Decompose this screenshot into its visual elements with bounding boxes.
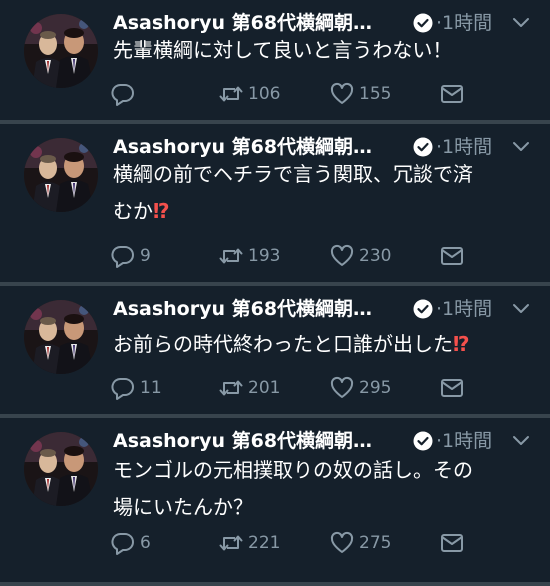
direct-message-button[interactable] — [439, 375, 465, 401]
like-button[interactable]: 275 — [329, 530, 391, 556]
direct-message-icon — [439, 375, 465, 401]
avatar[interactable] — [24, 432, 98, 506]
verified-badge-icon — [413, 137, 433, 157]
exclamation-question-mark: ⁉ — [453, 332, 470, 356]
reply-button[interactable]: 9 — [110, 243, 151, 269]
like-button[interactable]: 295 — [329, 375, 391, 401]
retweet-icon — [218, 375, 244, 401]
like-button[interactable]: 230 — [329, 243, 391, 269]
retweet-count: 106 — [248, 84, 281, 104]
tweet-text: モンゴルの元相撲取りの奴の話し。その 場にいたんか？ — [113, 458, 473, 519]
divider — [0, 582, 550, 586]
timestamp[interactable]: ·1時間 — [436, 427, 492, 455]
like-icon — [329, 530, 355, 556]
reply-button[interactable]: 11 — [110, 375, 162, 401]
avatar[interactable] — [24, 14, 98, 88]
like-icon — [329, 81, 355, 107]
author-name[interactable]: Asashoryu 第68代横綱朝… — [113, 295, 372, 323]
reply-icon — [110, 243, 136, 269]
retweet-count: 201 — [248, 378, 281, 398]
reply-count: 9 — [140, 246, 151, 266]
like-count: 155 — [359, 84, 392, 104]
reply-count: 11 — [140, 378, 162, 398]
verified-badge-icon — [413, 13, 433, 33]
reply-button[interactable]: 6 — [110, 530, 151, 556]
retweet-icon — [218, 530, 244, 556]
reply-button[interactable] — [110, 81, 140, 107]
chevron-down-icon[interactable] — [512, 16, 530, 30]
reply-icon — [110, 375, 136, 401]
retweet-count: 221 — [248, 533, 281, 553]
direct-message-icon — [439, 81, 465, 107]
like-icon — [329, 243, 355, 269]
chevron-down-icon[interactable] — [512, 140, 530, 154]
retweet-count: 193 — [248, 246, 281, 266]
retweet-icon — [218, 243, 244, 269]
tweet-text: お前らの時代終わったと口誰が出した⁉ — [113, 332, 470, 356]
tweet[interactable]: Asashoryu 第68代横綱朝… ·1時間 先輩横綱に対して良いと言うわない… — [0, 0, 550, 122]
tweet-text: 横綱の前でヘチラで言う関取、冗談で済 むか⁉ — [113, 162, 473, 223]
direct-message-button[interactable] — [439, 243, 465, 269]
reply-count: 6 — [140, 533, 151, 553]
direct-message-icon — [439, 530, 465, 556]
like-count: 275 — [359, 533, 392, 553]
like-count: 230 — [359, 246, 392, 266]
direct-message-icon — [439, 243, 465, 269]
verified-badge-icon — [413, 299, 433, 319]
tweet[interactable]: Asashoryu 第68代横綱朝… ·1時間 お前らの時代終わったと口誰が出し… — [0, 286, 550, 414]
avatar[interactable] — [24, 300, 98, 374]
verified-badge-icon — [413, 431, 433, 451]
chevron-down-icon[interactable] — [512, 302, 530, 316]
retweet-button[interactable]: 193 — [218, 243, 280, 269]
timestamp[interactable]: ·1時間 — [436, 295, 492, 323]
reply-icon — [110, 81, 136, 107]
like-icon — [329, 375, 355, 401]
tweet[interactable]: Asashoryu 第68代横綱朝… ·1時間 モンゴルの元相撲取りの奴の話し。… — [0, 418, 550, 586]
author-name[interactable]: Asashoryu 第68代横綱朝… — [113, 427, 372, 455]
direct-message-button[interactable] — [439, 81, 465, 107]
chevron-down-icon[interactable] — [512, 434, 530, 448]
exclamation-question-mark: ⁉ — [153, 199, 170, 223]
retweet-button[interactable]: 106 — [218, 81, 280, 107]
retweet-icon — [218, 81, 244, 107]
retweet-button[interactable]: 221 — [218, 530, 280, 556]
avatar[interactable] — [24, 138, 98, 212]
tweet-text: 先輩横綱に対して良いと言うわない！ — [113, 38, 453, 62]
direct-message-button[interactable] — [439, 530, 465, 556]
tweet[interactable]: Asashoryu 第68代横綱朝… ·1時間 横綱の前でヘチラで言う関取、冗談… — [0, 124, 550, 282]
retweet-button[interactable]: 201 — [218, 375, 280, 401]
like-count: 295 — [359, 378, 392, 398]
reply-icon — [110, 530, 136, 556]
like-button[interactable]: 155 — [329, 81, 391, 107]
